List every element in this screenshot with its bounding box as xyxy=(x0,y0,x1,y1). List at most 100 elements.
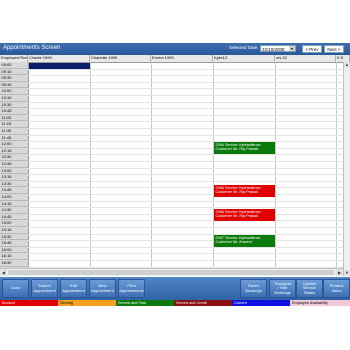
appointment-block[interactable]: 2066 Service Hydrasilence Customer Mr. R… xyxy=(214,185,275,197)
time-slot-label: 16:00 xyxy=(0,247,28,254)
row-divider xyxy=(28,134,343,136)
time-slot-label: 09:45 xyxy=(0,82,28,89)
time-slot-label: 12:00 xyxy=(0,141,28,148)
appointment-block[interactable]: 2065 Service Hydrasilence Customer Mr. R… xyxy=(214,209,275,221)
time-slot-label: 15:45 xyxy=(0,240,28,247)
time-slot-label: 15:15 xyxy=(0,227,28,234)
selected-date-picker[interactable]: 22/10/2008 ▾ xyxy=(260,44,296,52)
scrollbar-thumb[interactable] xyxy=(8,270,334,275)
row-divider xyxy=(28,75,343,77)
row-divider xyxy=(28,114,343,116)
grid-header-row: Employee/Time Charlie 1999 Charlotte 199… xyxy=(0,55,350,63)
scroll-left-icon[interactable]: ◀ xyxy=(0,269,7,276)
employee-header[interactable]: zrs 22 xyxy=(275,55,336,62)
time-slot-label: 15:00 xyxy=(0,220,28,227)
row-divider xyxy=(28,128,343,129)
print-appointments-button[interactable]: Print Appointments xyxy=(118,279,145,298)
time-slot-label: 14:15 xyxy=(0,201,28,208)
row-divider xyxy=(28,220,343,222)
time-slot-label: 12:30 xyxy=(0,154,28,161)
row-divider xyxy=(28,187,343,189)
appointment-grid[interactable]: Employee/Time Charlie 1999 Charlotte 199… xyxy=(0,55,350,276)
row-divider xyxy=(28,121,343,123)
time-slot-label: 16:30 xyxy=(0,260,28,267)
room-bookings-button[interactable]: Room Bookings xyxy=(240,279,267,298)
time-slot-label: 10:15 xyxy=(0,95,28,102)
appointment-customer: Customer Mr. Raj Prasad xyxy=(215,213,259,218)
search-appointment-button[interactable]: Search Appointment xyxy=(31,279,58,298)
employee-header[interactable]: Charlie 1999 xyxy=(28,55,90,62)
time-slot-label: 09:30 xyxy=(0,75,28,82)
row-divider xyxy=(28,253,343,255)
row-divider xyxy=(28,200,343,202)
row-divider xyxy=(28,81,343,83)
scroll-up-icon[interactable]: ▲ xyxy=(344,62,350,68)
employee-header[interactable]: Kylie12 xyxy=(213,55,275,62)
row-divider xyxy=(28,260,343,261)
legend-served-and-paid: Served and Paid xyxy=(116,300,174,306)
time-slot-label: 10:00 xyxy=(0,88,28,95)
row-divider xyxy=(28,194,343,195)
appointment-customer: Customer Mr. Anwent xyxy=(215,239,252,244)
legend-employee-availability: Employee Availability xyxy=(290,300,350,306)
selected-date-value: 22/10/2008 xyxy=(262,46,285,52)
next-button[interactable]: Next > xyxy=(324,44,344,53)
selected-date-label: Selected Date: xyxy=(229,45,259,50)
legend-served-and-credit: Served and Credit xyxy=(174,300,232,306)
row-divider xyxy=(28,95,343,96)
row-divider xyxy=(28,207,343,209)
row-divider xyxy=(28,88,343,90)
time-slot-label: 13:15 xyxy=(0,174,28,181)
row-divider xyxy=(28,180,343,182)
row-divider xyxy=(28,141,343,143)
new-appointment-button[interactable]: New Appointment xyxy=(89,279,116,298)
update-service-status-button[interactable]: Update Service Status xyxy=(296,279,323,298)
edit-appointment-button[interactable]: Edit Appointment xyxy=(60,279,87,298)
chevron-down-icon[interactable]: ▾ xyxy=(289,45,295,51)
time-slot-label: 11:30 xyxy=(0,128,28,135)
time-slot-label: 10:45 xyxy=(0,108,28,115)
appointment-customer: Customer Mr. Raj Prasad xyxy=(215,146,259,151)
time-slot-label: 11:15 xyxy=(0,121,28,128)
row-divider xyxy=(28,240,343,242)
close-button[interactable]: Close xyxy=(2,279,29,298)
scroll-down-icon[interactable]: ▼ xyxy=(344,270,350,276)
selected-time-slot[interactable] xyxy=(29,62,90,69)
time-slot-label: 14:30 xyxy=(0,207,28,214)
employee-header[interactable]: K E xyxy=(336,55,350,62)
title-bar: Appointments Screen Selected Date: 22/10… xyxy=(0,43,350,55)
row-divider xyxy=(28,233,343,235)
time-column: 09:00 09:15 09:30 09:45 10:00 10:15 10:30 10:45… xyxy=(0,62,29,276)
row-divider xyxy=(28,154,343,156)
legend-current: Current xyxy=(232,300,290,306)
row-divider xyxy=(28,246,343,248)
horizontal-scrollbar[interactable]: ◀ ▶ xyxy=(0,268,343,276)
time-slot-label: 09:15 xyxy=(0,69,28,76)
row-divider xyxy=(28,174,343,176)
window-title: Appointments Screen xyxy=(3,45,61,51)
row-divider xyxy=(28,227,343,228)
employee-header[interactable]: Emma 1999 xyxy=(151,55,213,62)
legend-booked: Booked xyxy=(0,300,58,306)
time-slot-label: 09:00 xyxy=(0,62,28,69)
row-divider xyxy=(28,167,343,169)
time-slot-label: 11:45 xyxy=(0,135,28,142)
scroll-right-icon[interactable]: ▶ xyxy=(336,269,343,276)
time-slot-label: 13:45 xyxy=(0,187,28,194)
row-divider xyxy=(28,108,343,110)
prev-button[interactable]: < Prev xyxy=(302,44,322,53)
time-slot-label: 16:15 xyxy=(0,253,28,260)
row-divider xyxy=(28,101,343,103)
corner-header: Employee/Time xyxy=(1,55,28,62)
appointment-block[interactable]: 2064 Service Hydrasilence Customer Mr. R… xyxy=(214,142,275,154)
time-slot-label: 13:30 xyxy=(0,181,28,188)
product-sales-button[interactable]: Product Sales xyxy=(323,279,350,298)
appointment-block[interactable]: 2067 Service Hydrasilence Customer Mr. A… xyxy=(214,235,275,247)
row-divider xyxy=(28,161,343,162)
vertical-scrollbar[interactable]: ▲ ▼ xyxy=(343,62,350,276)
time-slot-label: 12:15 xyxy=(0,148,28,155)
employee-header[interactable]: Charlotte 1999 xyxy=(90,55,151,62)
transport-visit-bookings-button[interactable]: Transport / Visit Bookings xyxy=(269,279,296,298)
row-divider xyxy=(28,147,343,149)
time-slot-label: 11:00 xyxy=(0,115,28,122)
